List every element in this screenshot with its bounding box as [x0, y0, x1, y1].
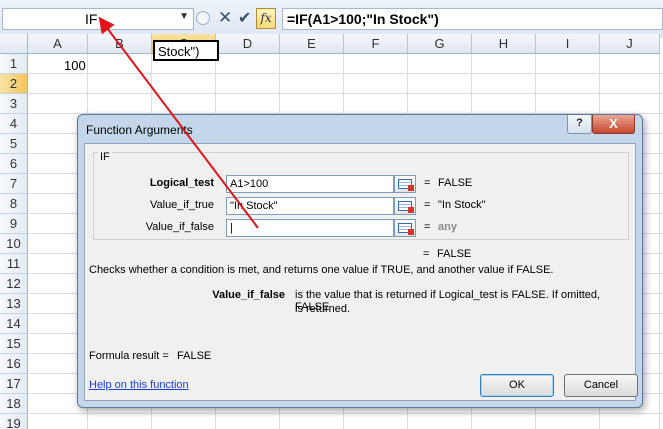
column-header-d[interactable]: D [216, 34, 280, 54]
logical-test-input[interactable]: A1>100 [226, 175, 394, 193]
column-header-e[interactable]: E [280, 34, 344, 54]
grid-row-line [28, 93, 663, 94]
dialog-title: Function Arguments [86, 123, 193, 137]
grid-row-line [28, 73, 663, 74]
range-select-icon [398, 201, 414, 213]
column-header-a[interactable]: A [28, 34, 88, 54]
resize-grip-icon[interactable] [196, 11, 210, 25]
row-header-1[interactable]: 1 [0, 54, 28, 74]
column-header-b[interactable]: B [88, 34, 152, 54]
row-header-16[interactable]: 16 [0, 354, 28, 374]
collapse-dialog-button-3[interactable] [394, 219, 416, 237]
name-box[interactable]: IF ▼ [2, 8, 194, 30]
value-if-true-label: Value_if_true [149, 199, 214, 211]
column-header-f[interactable]: F [344, 34, 408, 54]
row-header-7[interactable]: 7 [0, 174, 28, 194]
logical-test-result: FALSE [438, 177, 473, 189]
row-header-14[interactable]: 14 [0, 314, 28, 334]
insert-function-icon[interactable]: fx [256, 8, 276, 29]
cancel-button[interactable]: Cancel [564, 374, 638, 397]
formula-tools: ✕ ✔ fx [196, 8, 276, 30]
row-header-6[interactable]: 6 [0, 154, 28, 174]
range-select-icon [398, 223, 414, 235]
row-header-2[interactable]: 2 [0, 74, 28, 94]
row-header-4[interactable]: 4 [0, 114, 28, 134]
help-button[interactable]: ? [567, 115, 592, 134]
row-header-12[interactable]: 12 [0, 274, 28, 294]
argument-help-text-line2: is returned. [295, 303, 351, 315]
row-header-9[interactable]: 9 [0, 214, 28, 234]
dialog-body: IF Logical_test A1>100 = FALSE Value_if_… [84, 143, 638, 401]
formula-result-label: Formula result = [89, 350, 169, 362]
row-header-5[interactable]: 5 [0, 134, 28, 154]
function-name-label: IF [98, 151, 112, 163]
value-if-false-result: any [438, 221, 457, 233]
value-if-true-result: "In Stock" [438, 199, 486, 211]
help-on-function-link[interactable]: Help on this function [89, 379, 189, 391]
row-header-18[interactable]: 18 [0, 394, 28, 414]
column-header-j[interactable]: J [600, 34, 660, 54]
range-select-icon [398, 179, 414, 191]
function-description: Checks whether a condition is met, and r… [89, 264, 554, 276]
equals-sign-2: = [424, 199, 431, 211]
active-cell-c2[interactable]: Stock") [153, 40, 219, 61]
value-if-false-label: Value_if_false [145, 221, 214, 233]
name-box-value: IF [85, 11, 98, 27]
overall-equals: = [423, 248, 430, 260]
enter-check-icon[interactable]: ✔ [238, 8, 251, 28]
value-if-true-input[interactable]: "In Stock" [226, 197, 394, 215]
grid-row-line [28, 413, 663, 414]
ok-button[interactable]: OK [480, 374, 554, 397]
row-header-15[interactable]: 15 [0, 334, 28, 354]
collapse-dialog-button-2[interactable] [394, 197, 416, 215]
logical-test-label: Logical_test [149, 177, 214, 189]
column-header-i[interactable]: I [536, 34, 600, 54]
row-header-3[interactable]: 3 [0, 94, 28, 114]
grid-column-line [659, 54, 660, 429]
close-button[interactable]: X [592, 115, 635, 134]
cancel-icon[interactable]: ✕ [218, 8, 232, 28]
collapse-dialog-button-1[interactable] [394, 175, 416, 193]
row-header-8[interactable]: 8 [0, 194, 28, 214]
row-header-17[interactable]: 17 [0, 374, 28, 394]
function-arguments-dialog: Function Arguments ? X IF Logical_test A… [77, 114, 643, 408]
cell-a1[interactable]: 100 [64, 58, 86, 73]
value-if-false-input[interactable]: | [226, 219, 394, 237]
arguments-group: IF Logical_test A1>100 = FALSE Value_if_… [93, 151, 629, 240]
column-header-h[interactable]: H [472, 34, 536, 54]
row-header-19[interactable]: 19 [0, 414, 28, 429]
formula-input[interactable]: =IF(A1>100;"In Stock") [282, 8, 663, 30]
cell-c2-text: Stock") [158, 44, 200, 59]
equals-sign-3: = [424, 221, 431, 233]
row-header-13[interactable]: 13 [0, 294, 28, 314]
overall-result: FALSE [437, 248, 472, 260]
row-header-11[interactable]: 11 [0, 254, 28, 274]
equals-sign-1: = [424, 177, 431, 189]
chevron-down-icon[interactable]: ▼ [179, 11, 189, 22]
select-all-corner[interactable] [0, 34, 28, 54]
argument-help-name: Value_if_false [212, 289, 285, 301]
column-header-g[interactable]: G [408, 34, 472, 54]
formula-result-value: FALSE [177, 350, 212, 362]
row-header-10[interactable]: 10 [0, 234, 28, 254]
formula-bar: IF ▼ ✕ ✔ fx =IF(A1>100;"In Stock") [0, 0, 663, 38]
